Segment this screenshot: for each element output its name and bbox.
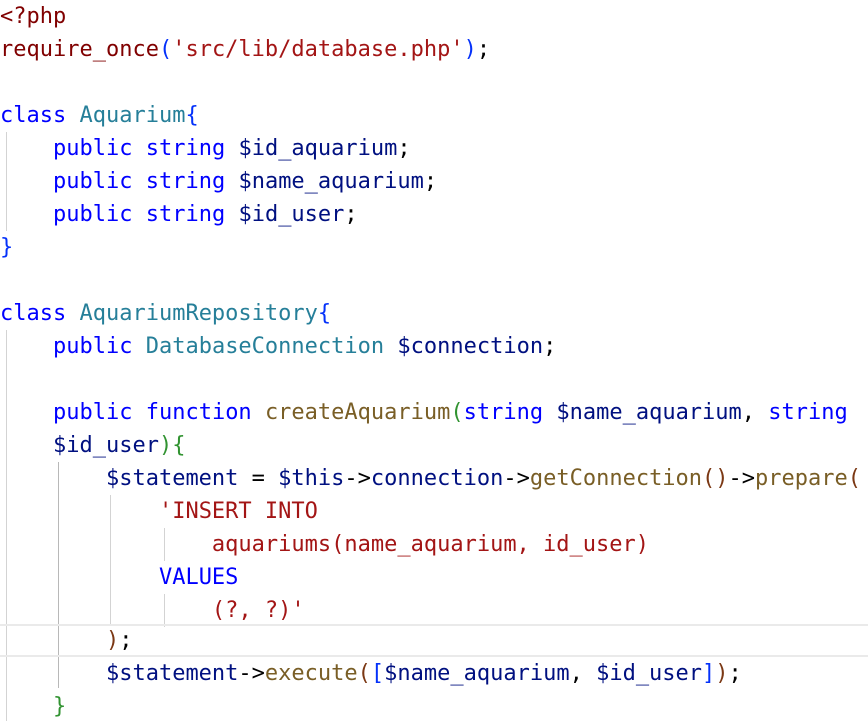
code-line[interactable]: public string $name_aquarium;: [0, 165, 868, 198]
paren: (: [847, 466, 862, 491]
arrow: ->: [728, 466, 756, 491]
method-name: createAquarium: [264, 400, 451, 425]
public-keyword: public: [52, 202, 133, 227]
code-line[interactable]: }: [0, 690, 868, 721]
paren: (: [357, 661, 371, 686]
code-editor[interactable]: <?php require_once('src/lib/database.php…: [0, 0, 868, 721]
method-call: execute: [264, 661, 358, 686]
semicolon: ;: [119, 628, 133, 653]
sql-string: aquariums(name_aquarium, id_user): [211, 532, 650, 557]
sql-string: 'INSERT INTO: [158, 499, 318, 524]
operator: =: [238, 466, 279, 491]
semicolon: ;: [423, 169, 438, 194]
variable: $statement: [105, 661, 239, 686]
variable: $this: [278, 466, 345, 491]
param-name: $name_aquarium: [556, 400, 742, 425]
require-path: 'src/lib/database.php': [172, 37, 464, 62]
public-keyword: public: [52, 334, 133, 359]
code-line[interactable]: }: [0, 231, 868, 264]
code-line[interactable]: <?php: [0, 0, 868, 33]
code-line-active[interactable]: );: [0, 624, 868, 657]
type-keyword: string: [145, 169, 226, 194]
semicolon: ;: [397, 136, 411, 161]
bracket: ]: [702, 661, 716, 686]
code-line[interactable]: public string $id_aquarium;: [0, 132, 868, 165]
method-call: prepare: [755, 466, 848, 491]
semicolon: ;: [728, 661, 742, 686]
semicolon: ;: [476, 37, 491, 62]
code-line[interactable]: require_once('src/lib/database.php');: [0, 33, 868, 66]
param-name: $id_user: [52, 433, 159, 458]
php-open-tag: <?php: [0, 4, 67, 29]
paren: ): [715, 661, 729, 686]
code-line[interactable]: VALUES: [0, 561, 868, 594]
member: connection: [370, 466, 504, 491]
paren: ): [105, 628, 120, 653]
brace: {: [185, 103, 199, 128]
argument: $name_aquarium: [384, 661, 570, 686]
semicolon: ;: [344, 202, 358, 227]
sql-string: (?, ?)': [211, 598, 305, 623]
code-line[interactable]: $statement->execute([$name_aquarium, $id…: [0, 657, 868, 690]
variable: $statement: [105, 466, 239, 491]
method-call: getConnection: [529, 466, 703, 491]
comma: ,: [569, 661, 597, 686]
property-name: $id_aquarium: [238, 136, 398, 161]
property-name: $id_user: [238, 202, 345, 227]
brace: }: [0, 235, 14, 260]
type-keyword: string: [145, 136, 226, 161]
code-line[interactable]: public DatabaseConnection $connection;: [0, 330, 868, 363]
type-keyword: string: [768, 400, 848, 425]
arrow: ->: [238, 661, 265, 686]
paren: (): [702, 466, 729, 491]
code-line[interactable]: (?, ?)': [0, 594, 868, 627]
brace: {: [172, 433, 186, 458]
type-keyword: string: [463, 400, 544, 425]
class-keyword: class: [0, 301, 67, 326]
code-line[interactable]: public function createAquarium(string $n…: [0, 396, 868, 429]
require-keyword: require_once: [0, 37, 159, 62]
comma: ,: [741, 400, 756, 425]
public-keyword: public: [52, 400, 133, 425]
arrow: ->: [344, 466, 371, 491]
code-line[interactable]: class Aquarium{: [0, 99, 868, 132]
public-keyword: public: [52, 169, 133, 194]
type-keyword: string: [145, 202, 226, 227]
code-line[interactable]: 'INSERT INTO: [0, 495, 868, 528]
class-keyword: class: [0, 103, 67, 128]
function-keyword: function: [145, 400, 252, 425]
class-name: AquariumRepository: [79, 301, 318, 326]
class-name: Aquarium: [79, 103, 186, 128]
property-name: $connection: [397, 334, 544, 359]
paren: ): [463, 37, 477, 62]
bracket: [: [370, 661, 385, 686]
property-name: $name_aquarium: [238, 169, 424, 194]
type-name: DatabaseConnection: [145, 334, 385, 359]
public-keyword: public: [52, 136, 133, 161]
sql-keyword: VALUES: [158, 565, 239, 590]
code-line[interactable]: public string $id_user;: [0, 198, 868, 231]
code-line[interactable]: $statement = $this->connection->getConne…: [0, 462, 868, 495]
brace: {: [317, 301, 332, 326]
arrow: ->: [503, 466, 530, 491]
semicolon: ;: [543, 334, 557, 359]
brace: }: [52, 694, 67, 719]
code-line[interactable]: $id_user){: [0, 429, 868, 462]
code-line[interactable]: aquariums(name_aquarium, id_user): [0, 528, 868, 561]
paren: ): [158, 433, 173, 458]
argument: $id_user: [596, 661, 703, 686]
paren: (: [158, 37, 173, 62]
code-line[interactable]: class AquariumRepository{: [0, 297, 868, 330]
paren: (: [450, 400, 464, 425]
